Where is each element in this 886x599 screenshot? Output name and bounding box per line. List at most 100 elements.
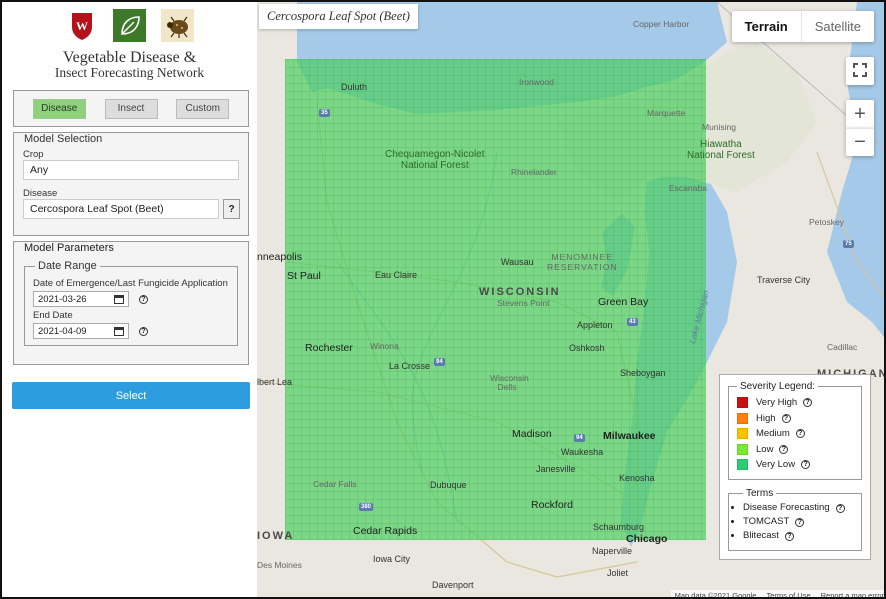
map-label: Oshkosh xyxy=(569,343,605,353)
swatch-low xyxy=(737,443,748,455)
tab-custom[interactable]: Custom xyxy=(176,98,230,119)
fullscreen-button[interactable] xyxy=(846,57,874,85)
map-label: Copper Harbor xyxy=(633,19,690,29)
legend-label: Very Low xyxy=(756,459,796,471)
map-label: Hiawatha National Forest xyxy=(687,139,755,161)
map-label: Dubuque xyxy=(430,480,467,490)
help-icon[interactable]: ? xyxy=(795,429,805,439)
map-label: Wausau xyxy=(501,257,534,267)
legend-label: Very High xyxy=(756,397,798,409)
highway-shield-icon: 94 xyxy=(574,434,585,442)
app-title: Vegetable Disease & Insect Forecasting N… xyxy=(2,50,257,81)
help-icon[interactable]: ? xyxy=(781,413,791,423)
map-label: Naperville xyxy=(592,546,633,556)
help-icon[interactable]: ? xyxy=(139,326,148,336)
map-label: WISCONSIN xyxy=(479,286,561,298)
disease-select[interactable]: Cercospora Leaf Spot (Beet) xyxy=(23,199,219,219)
map-label: Stevens Point xyxy=(497,298,550,308)
disease-label: Disease xyxy=(23,188,58,199)
legend-label: High xyxy=(756,412,776,424)
term-item[interactable]: TOMCAST? xyxy=(743,516,853,530)
help-icon[interactable]: ? xyxy=(139,294,148,304)
map-label: Des Moines xyxy=(257,560,302,570)
tab-disease[interactable]: Disease xyxy=(32,98,86,119)
date-range-title: Date Range xyxy=(38,260,97,272)
map-label: Davenport xyxy=(432,580,474,590)
map-label: Sheboygan xyxy=(620,368,666,378)
help-icon[interactable]: ? xyxy=(803,398,813,408)
select-button[interactable]: Select xyxy=(12,382,250,409)
help-icon[interactable]: ? xyxy=(801,460,811,470)
map-label: Iowa City xyxy=(373,554,411,564)
tab-insect[interactable]: Insect xyxy=(104,98,158,119)
help-icon[interactable]: ? xyxy=(779,444,789,454)
map-label: Appleton xyxy=(577,320,613,330)
terms-of-use-link[interactable]: Terms of Use xyxy=(766,591,810,597)
map-label: Cedar Rapids xyxy=(353,525,418,537)
legend-label: Low xyxy=(756,443,774,455)
highway-shield-icon: 380 xyxy=(359,503,374,511)
model-parameters-title: Model Parameters xyxy=(21,242,117,254)
calendar-icon[interactable] xyxy=(114,294,124,304)
model-selection-panel: Model Selection Crop Any Disease Cercosp… xyxy=(13,132,249,236)
map-canvas[interactable]: Duluth nneapolis St Paul Chequamegon-Nic… xyxy=(257,2,884,597)
report-error-link[interactable]: Report a map error xyxy=(821,591,884,597)
swatch-high xyxy=(737,412,748,424)
highway-shield-icon: 35 xyxy=(319,109,330,117)
swatch-very-high xyxy=(737,397,748,409)
help-icon[interactable]: ? xyxy=(835,503,845,513)
legend-item: Medium ? xyxy=(737,426,853,442)
help-icon[interactable]: ? xyxy=(795,517,805,527)
map-label: Duluth xyxy=(341,82,368,92)
zoom-in-button[interactable]: + xyxy=(846,100,874,128)
map-label: Cadillac xyxy=(827,342,858,352)
map-label: La Crosse xyxy=(389,361,431,371)
sidebar: W Vegetable Disease & Insect Forecasting… xyxy=(2,2,257,597)
date-range-group: Date Range Date of Emergence/Last Fungic… xyxy=(24,260,238,346)
terms-title: Terms xyxy=(746,487,774,499)
legend-label: Medium xyxy=(756,428,790,440)
legend-item: Very Low ? xyxy=(737,457,853,473)
severity-legend: Severity Legend: Very High ? High ? Medi… xyxy=(728,381,862,480)
start-date-label: Date of Emergence/Last Fungicide Applica… xyxy=(33,278,228,289)
highway-shield-icon: 75 xyxy=(843,240,854,248)
end-date-input[interactable]: 2021-04-09 xyxy=(33,323,129,339)
crop-select[interactable]: Any xyxy=(23,160,239,180)
legend-panel: Severity Legend: Very High ? High ? Medi… xyxy=(719,374,871,560)
term-item[interactable]: Disease Forecasting? xyxy=(743,502,853,516)
map-label: Munising xyxy=(702,122,737,132)
map-label: Madison xyxy=(512,428,552,440)
map-type-control: Terrain Satellite xyxy=(731,11,874,42)
map-label: nneapolis xyxy=(257,251,302,263)
map-label: MENOMINEE RESERVATION xyxy=(547,252,618,272)
logo-row: W xyxy=(2,9,257,42)
map-label: Waukesha xyxy=(561,447,604,457)
legend-item: Very High ? xyxy=(737,395,853,411)
calendar-icon[interactable] xyxy=(114,326,124,336)
map-label: Kenosha xyxy=(619,473,655,483)
model-parameters-panel: Model Parameters Date Range Date of Emer… xyxy=(13,241,249,365)
satellite-button[interactable]: Satellite xyxy=(800,11,874,42)
map-label: Milwaukee xyxy=(603,430,656,442)
map-label: IOWA xyxy=(257,530,295,542)
minus-icon: − xyxy=(854,131,866,153)
plus-icon: + xyxy=(854,102,866,125)
model-selection-title: Model Selection xyxy=(24,133,103,145)
term-item[interactable]: Blitecast? xyxy=(743,530,853,544)
legend-item: Low ? xyxy=(737,442,853,458)
app-window: Duluth nneapolis St Paul Chequamegon-Nic… xyxy=(0,0,886,599)
map-label: Traverse City xyxy=(757,275,811,285)
disease-help-button[interactable]: ? xyxy=(223,199,240,219)
zoom-out-button[interactable]: − xyxy=(846,128,874,156)
map-label: Marquette xyxy=(647,108,686,118)
swatch-medium xyxy=(737,428,748,440)
legend-item: High ? xyxy=(737,411,853,427)
help-icon[interactable]: ? xyxy=(784,531,794,541)
map-title: Cercospora Leaf Spot (Beet) xyxy=(259,4,418,29)
model-tabs: Disease Insect Custom xyxy=(13,90,249,127)
terrain-button[interactable]: Terrain xyxy=(732,11,801,42)
map-label: Petoskey xyxy=(809,217,844,227)
fullscreen-icon xyxy=(853,60,867,83)
map-label: Cedar Falls xyxy=(313,479,357,489)
start-date-input[interactable]: 2021-03-26 xyxy=(33,291,129,307)
